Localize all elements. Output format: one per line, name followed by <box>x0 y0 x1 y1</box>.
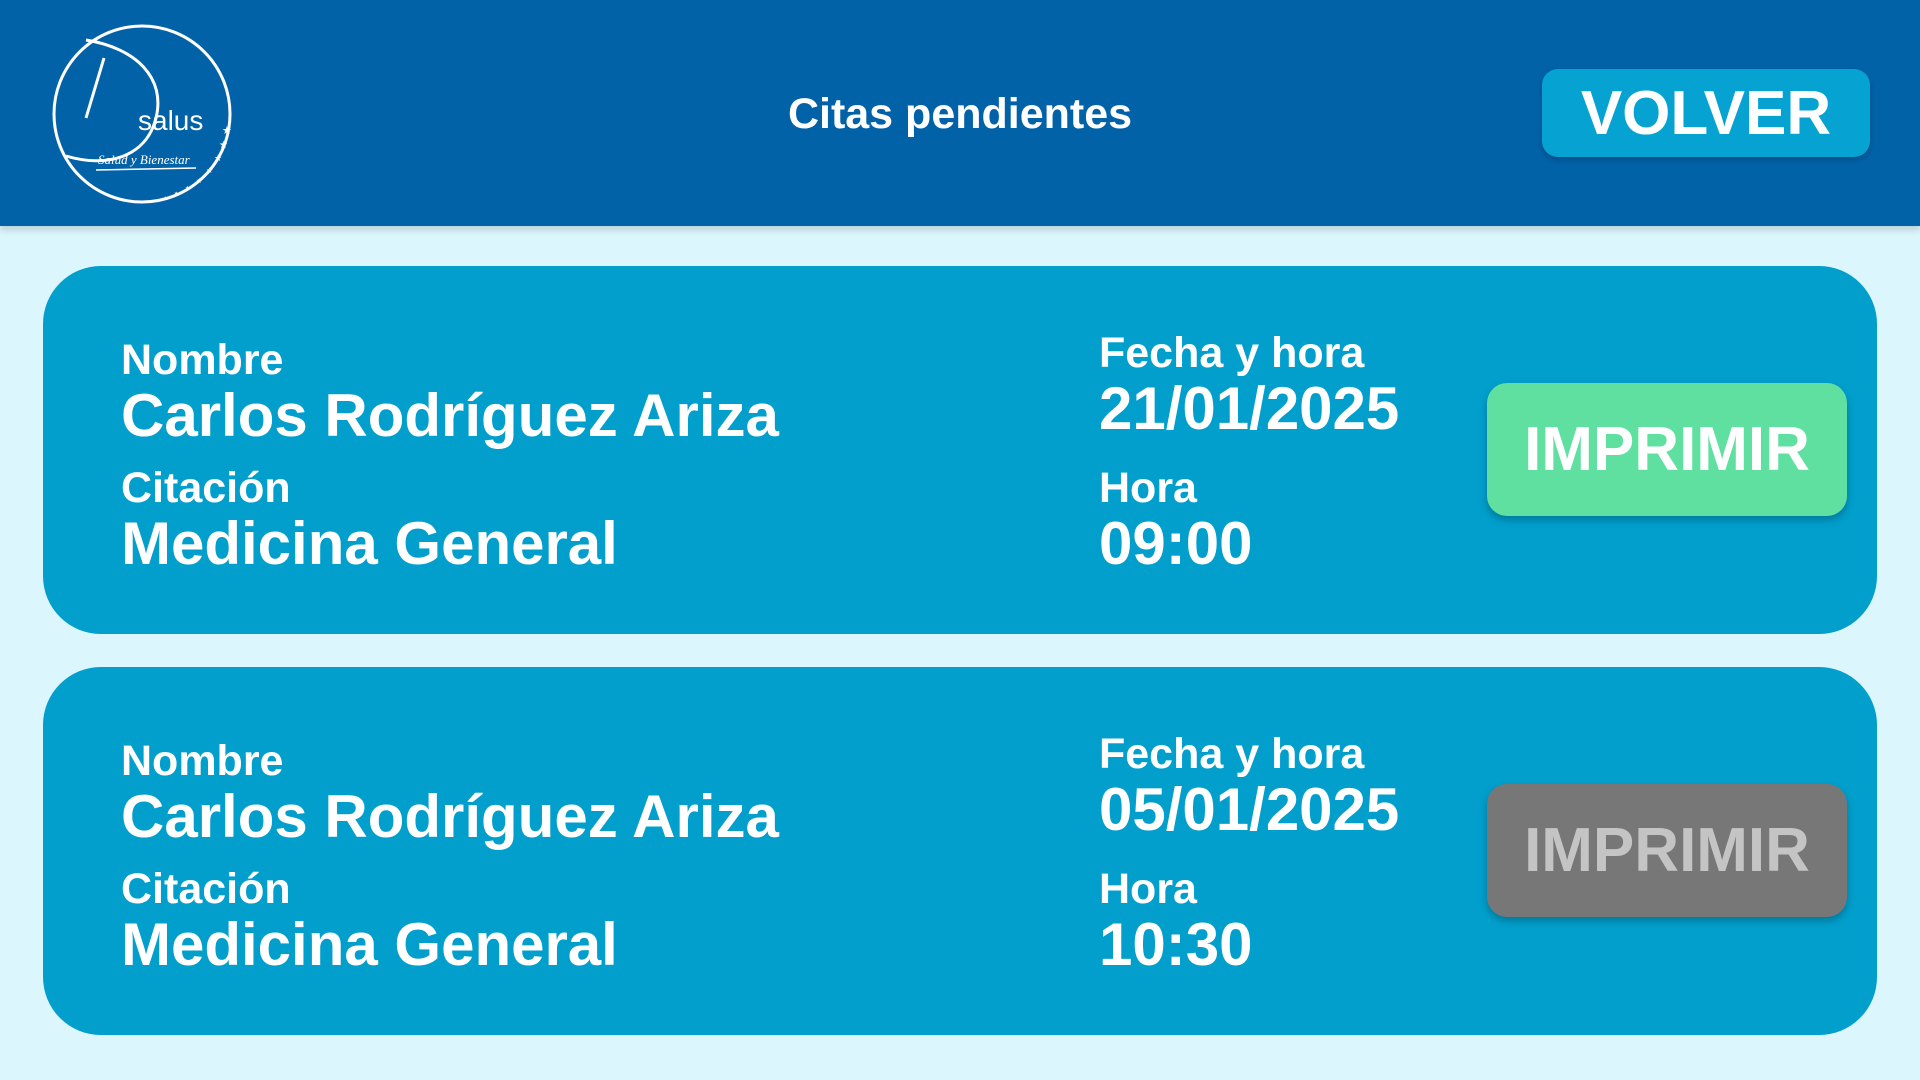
patient-name: Carlos Rodríguez Ariza <box>121 382 779 449</box>
back-button[interactable]: VOLVER <box>1542 69 1870 157</box>
svg-text:★: ★ <box>164 195 168 200</box>
svg-text:Salud y Bienestar: Salud y Bienestar <box>98 152 191 167</box>
print-button[interactable]: IMPRIMIR <box>1487 383 1847 516</box>
appointment-date: 21/01/2025 <box>1099 375 1400 442</box>
appointment-date: 05/01/2025 <box>1099 776 1400 843</box>
svg-text:★: ★ <box>174 191 179 197</box>
date-label: Fecha y hora <box>1099 329 1365 377</box>
svg-text:★: ★ <box>219 140 228 151</box>
time-label: Hora <box>1099 464 1197 512</box>
citation-label: Citación <box>121 464 291 512</box>
print-button-disabled: IMPRIMIR <box>1487 784 1847 917</box>
svg-text:★: ★ <box>185 185 190 192</box>
appointment-time: 10:30 <box>1099 911 1253 978</box>
appointment-card: Nombre Carlos Rodríguez Ariza Citación M… <box>43 667 1877 1035</box>
appointment-time: 09:00 <box>1099 510 1253 577</box>
name-label: Nombre <box>121 737 284 785</box>
name-label: Nombre <box>121 336 284 384</box>
svg-text:★: ★ <box>196 177 202 185</box>
time-label: Hora <box>1099 865 1197 913</box>
citation-value: Medicina General <box>121 911 618 978</box>
citation-value: Medicina General <box>121 510 618 577</box>
patient-name: Carlos Rodríguez Ariza <box>121 783 779 850</box>
svg-text:★: ★ <box>214 153 222 163</box>
citation-label: Citación <box>121 865 291 913</box>
app-header: salus Salud y Bienestar ★ ★ ★ ★ ★ ★ ★ ★ … <box>0 0 1920 226</box>
svg-text:★: ★ <box>206 166 213 175</box>
date-label: Fecha y hora <box>1099 730 1365 778</box>
appointment-card: Nombre Carlos Rodríguez Ariza Citación M… <box>43 266 1877 634</box>
